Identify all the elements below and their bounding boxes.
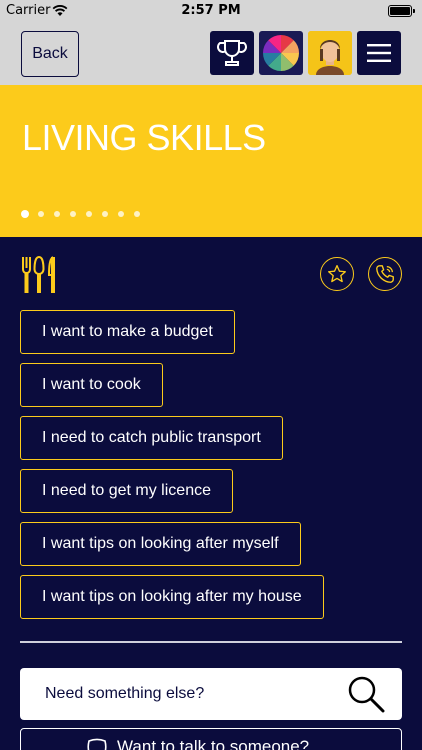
content-panel: I want to make a budget I want to cook I… [0, 237, 422, 750]
avatar-button[interactable] [308, 31, 352, 75]
avatar-icon [308, 31, 352, 75]
page-dot-1[interactable] [22, 211, 28, 217]
trophy-button[interactable] [210, 31, 254, 75]
page-indicator[interactable] [22, 211, 140, 217]
option-looking-after-myself[interactable]: I want tips on looking after myself [20, 522, 301, 566]
back-button[interactable]: Back [21, 31, 79, 77]
option-make-budget[interactable]: I want to make a budget [20, 310, 235, 354]
page-dot-3[interactable] [54, 211, 60, 217]
search-label: Need something else? [45, 685, 205, 702]
menu-button[interactable] [357, 31, 401, 75]
status-bar: Carrier 2:57 PM [0, 0, 422, 22]
cutlery-icon [22, 255, 55, 293]
call-button[interactable] [368, 257, 402, 291]
page-dot-7[interactable] [118, 211, 124, 217]
talk-label: Want to talk to someone? [117, 737, 310, 750]
trophy-icon [217, 40, 247, 66]
page-dot-8[interactable] [134, 211, 140, 217]
talk-button[interactable]: Want to talk to someone? [20, 728, 402, 750]
phone-icon [376, 265, 394, 283]
page-title: LIVING SKILLS [22, 117, 266, 158]
divider [20, 641, 402, 643]
page-dot-6[interactable] [102, 211, 108, 217]
option-cook[interactable]: I want to cook [20, 363, 163, 407]
speech-icon [87, 738, 107, 750]
hero-banner: LIVING SKILLS [0, 85, 422, 237]
option-looking-after-house[interactable]: I want tips on looking after my house [20, 575, 324, 619]
search-bar[interactable]: Need something else? [20, 668, 402, 720]
top-bar: Back [0, 22, 422, 85]
option-get-licence[interactable]: I need to get my licence [20, 469, 233, 513]
color-wheel-icon [263, 35, 299, 71]
favourite-button[interactable] [320, 257, 354, 291]
colors-button[interactable] [259, 31, 303, 75]
page-dot-4[interactable] [70, 211, 76, 217]
star-icon [328, 265, 346, 283]
battery-icon [388, 5, 415, 17]
clock: 2:57 PM [181, 3, 241, 18]
page-dot-5[interactable] [86, 211, 92, 217]
option-public-transport[interactable]: I need to catch public transport [20, 416, 283, 460]
search-icon[interactable] [346, 674, 386, 714]
hamburger-menu-icon [367, 44, 391, 62]
page-dot-2[interactable] [38, 211, 44, 217]
